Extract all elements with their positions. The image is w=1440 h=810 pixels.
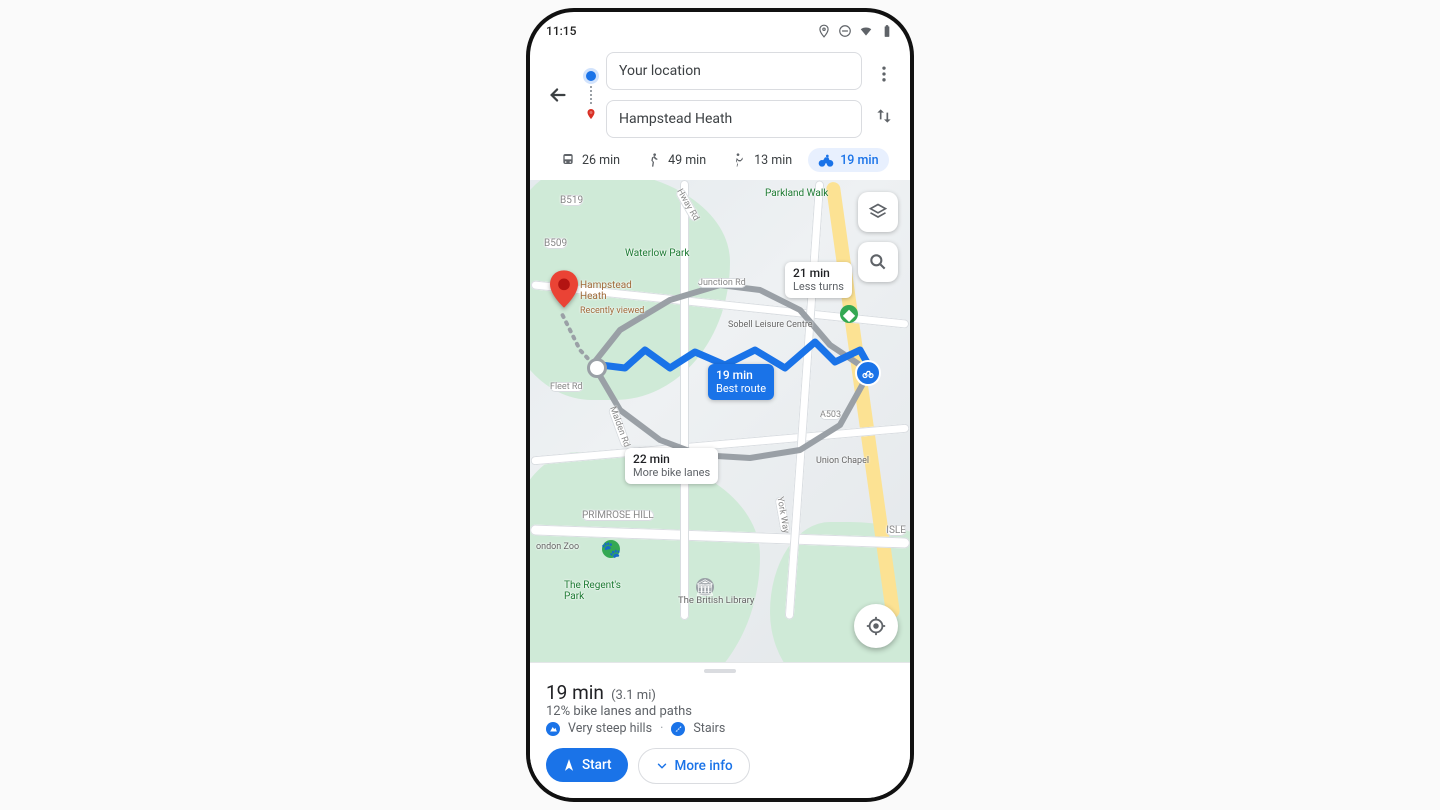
poi-icon[interactable]: ◆ bbox=[840, 305, 858, 323]
steep-hills-icon bbox=[546, 722, 560, 736]
alt-route-callout-1[interactable]: 21 min Less turns bbox=[785, 262, 852, 298]
poi-icon[interactable]: 🐾 bbox=[602, 540, 620, 558]
map-label: Malden Rd bbox=[607, 405, 631, 448]
map-label: Union Chapel bbox=[816, 456, 869, 466]
destination-pin-icon bbox=[585, 106, 597, 122]
transit-icon bbox=[560, 152, 576, 168]
cycle-waypoint-icon bbox=[855, 360, 881, 386]
tag-steep-hills: Very steep hills bbox=[568, 721, 652, 736]
route-endpoint-indicator bbox=[586, 67, 596, 123]
walk-icon bbox=[646, 152, 662, 168]
tag-stairs: Stairs bbox=[693, 721, 725, 736]
cycling-icon bbox=[818, 152, 834, 168]
directions-header: Your location Hampstead Heath 26 min bbox=[530, 46, 910, 180]
destination-marker[interactable] bbox=[550, 270, 578, 312]
alt-route-callout-2[interactable]: 22 min More bike lanes bbox=[625, 448, 718, 484]
rideshare-icon bbox=[732, 152, 748, 168]
phone-frame: 11:15 Your location bbox=[526, 8, 914, 802]
map-label: York Way bbox=[774, 496, 790, 534]
walk-mode-tab[interactable]: 49 min bbox=[636, 148, 716, 172]
map-label: A503 bbox=[820, 410, 841, 420]
route-summary-sheet[interactable]: 19 min (3.1 mi) 12% bike lanes and paths… bbox=[530, 662, 910, 798]
map-canvas[interactable]: Hampstead Heath Recently viewed Parkland… bbox=[530, 180, 910, 662]
stairs-icon bbox=[671, 722, 685, 736]
start-navigation-button[interactable]: Start bbox=[546, 748, 628, 782]
more-info-button[interactable]: More info bbox=[638, 748, 750, 784]
sheet-grabber[interactable] bbox=[704, 669, 736, 673]
rideshare-mode-tab[interactable]: 13 min bbox=[722, 148, 802, 172]
back-button[interactable] bbox=[544, 81, 572, 109]
layers-button[interactable] bbox=[858, 192, 898, 232]
transit-mode-tab[interactable]: 26 min bbox=[550, 148, 630, 172]
status-time: 11:15 bbox=[546, 24, 576, 38]
wifi-status-icon bbox=[859, 24, 873, 38]
summary-time: 19 min bbox=[546, 681, 604, 704]
cycling-mode-tab[interactable]: 19 min bbox=[808, 148, 888, 172]
location-status-icon bbox=[817, 24, 831, 38]
travel-mode-tabs: 26 min 49 min 13 min 19 min bbox=[544, 138, 896, 180]
dnd-status-icon bbox=[838, 24, 852, 38]
best-route-callout[interactable]: 19 min Best route bbox=[708, 364, 774, 400]
search-map-button[interactable] bbox=[858, 242, 898, 282]
origin-input[interactable]: Your location bbox=[606, 52, 862, 90]
battery-status-icon bbox=[880, 24, 894, 38]
status-bar: 11:15 bbox=[530, 12, 910, 46]
origin-marker[interactable] bbox=[587, 358, 607, 378]
summary-distance: (3.1 mi) bbox=[611, 688, 656, 703]
poi-icon[interactable]: 🏛 bbox=[696, 578, 714, 596]
overflow-menu-button[interactable] bbox=[872, 62, 896, 86]
map-label: Sobell Leisure Centre bbox=[728, 320, 813, 330]
summary-lanes: 12% bike lanes and paths bbox=[546, 704, 894, 719]
my-location-button[interactable] bbox=[854, 604, 898, 648]
destination-input[interactable]: Hampstead Heath bbox=[606, 100, 862, 138]
swap-button[interactable] bbox=[872, 104, 896, 128]
origin-dot-icon bbox=[583, 68, 599, 84]
